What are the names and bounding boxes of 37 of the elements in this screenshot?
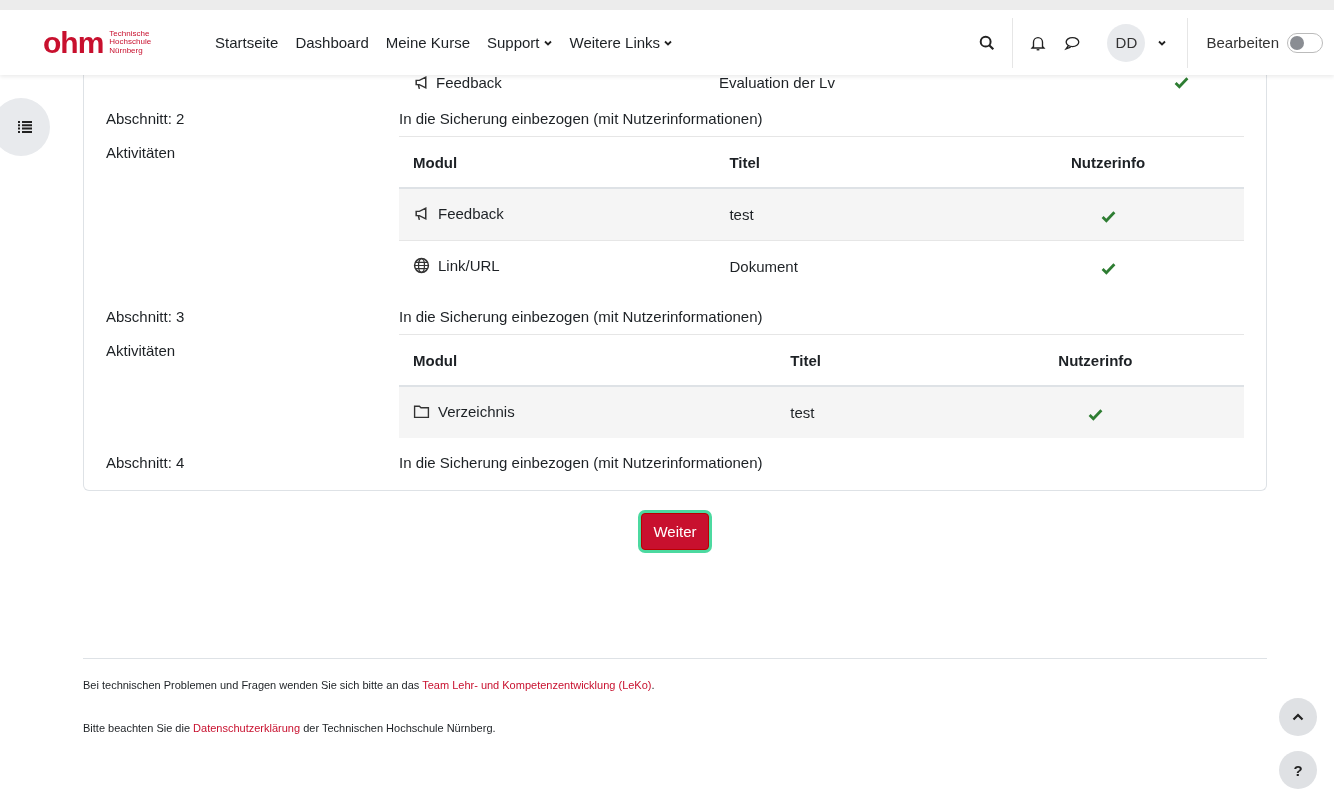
section-label: Abschnitt: 2 — [106, 109, 186, 129]
footer-text: Bitte beachten Sie die Datenschutzerklärung der Technischen Hochschule Nürnberg. — [83, 722, 497, 734]
nav-link[interactable]: Startseite — [215, 34, 279, 51]
module-name: Link/URL — [438, 256, 500, 274]
logo-wordmark[interactable]: ohm — [43, 27, 104, 58]
section-label: Abschnitt: 4 — [106, 453, 186, 473]
backup-status: In die Sicherung einbezogen (mit Nutzerinformationen) — [399, 453, 764, 473]
activity-title: test — [715, 188, 972, 241]
module-name: Verzeichnis — [438, 402, 515, 420]
backup-status: In die Sicherung einbezogen (mit Nutzerinformationen) — [399, 300, 1244, 335]
continue-button[interactable]: Weiter — [641, 513, 709, 550]
folder-icon — [413, 402, 430, 420]
module-name: Feedback — [436, 73, 502, 91]
section-label: Abschnitt: 3 — [106, 307, 186, 327]
nav-link[interactable]: Meine Kurse — [385, 34, 470, 51]
chevron-up-icon — [1292, 713, 1304, 721]
activity-title: Dokument — [715, 240, 972, 292]
backup-status: In die Sicherung einbezogen (mit Nutzerinformationen) — [399, 102, 1244, 137]
nav-link[interactable]: Weitere Links — [569, 34, 674, 51]
user-avatar[interactable]: DD — [1107, 23, 1146, 62]
nav-link[interactable]: Dashboard — [295, 34, 369, 51]
activity-title: Evaluation der Lv — [719, 73, 836, 91]
help-button[interactable]: ? — [1279, 751, 1317, 789]
search-icon[interactable] — [978, 33, 997, 52]
activities-label: Aktivitäten — [106, 143, 177, 163]
edit-mode-label: Bearbeiten — [1206, 34, 1279, 51]
logo-subtitle: Technische Hochschule Nürnberg — [109, 29, 152, 56]
list-icon — [18, 121, 32, 133]
edit-mode-toggle[interactable] — [1287, 32, 1323, 53]
footer-link[interactable]: Datenschutzerklärung — [193, 722, 301, 734]
nav-link[interactable]: Support — [487, 34, 553, 51]
globe-icon — [413, 256, 430, 274]
course-index-button[interactable] — [0, 98, 50, 156]
footer-text: Bei technischen Problemen und Fragen wenden Sie sich bitte an das Team Lehr- und Kompetenzentwicklung (LeKo). — [83, 679, 656, 691]
activity-title: test — [776, 386, 947, 438]
module-name: Feedback — [438, 204, 504, 222]
activities-label: Aktivitäten — [106, 341, 177, 361]
